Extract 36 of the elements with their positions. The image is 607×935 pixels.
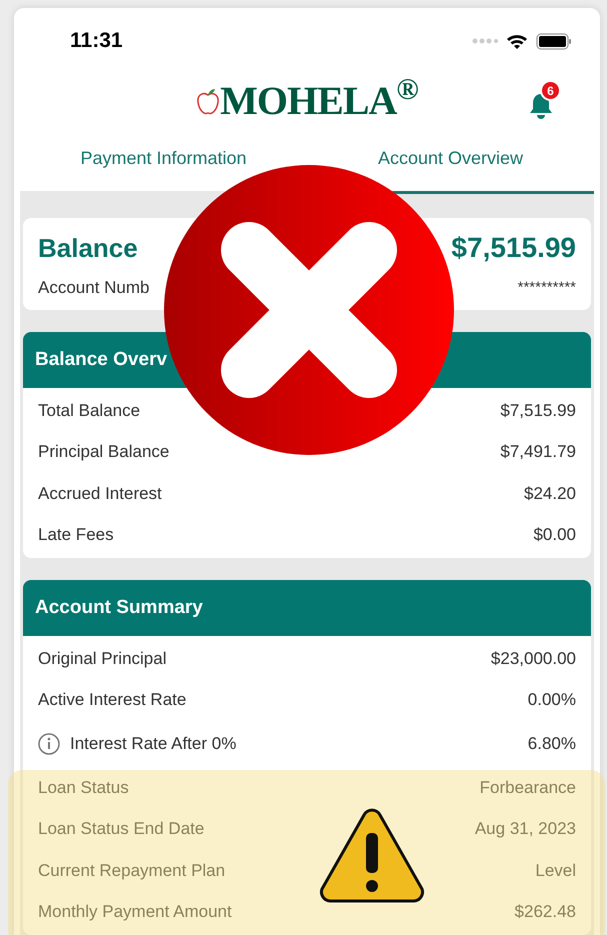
row-value: 6.80%	[528, 733, 576, 756]
row-value: $7,515.99	[500, 400, 576, 422]
row-label: Loan Status	[38, 776, 129, 799]
row-label: Current Repayment Plan	[38, 860, 226, 882]
warning-icon	[318, 807, 426, 903]
info-icon[interactable]	[38, 732, 60, 755]
balance-title: Balance	[38, 232, 138, 265]
row-label: Accrued Interest	[38, 482, 162, 505]
row-value: $24.20	[524, 482, 576, 505]
row-value: 0.00%	[528, 689, 576, 712]
row-label: Active Interest Rate	[38, 689, 186, 712]
battery-icon	[536, 32, 572, 50]
row-label: Late Fees	[38, 524, 114, 546]
row-label: Monthly Payment Amount	[38, 901, 232, 924]
row-label: Principal Balance	[38, 441, 170, 464]
row-value: Forbearance	[480, 776, 576, 799]
signal-icon	[472, 38, 498, 44]
logo-text: MOHELA$^{®}$	[220, 80, 418, 121]
wifi-icon	[506, 32, 528, 50]
row-value: $262.48	[514, 901, 576, 924]
row-value: $23,000.00	[490, 648, 576, 670]
row-value: $0.00	[533, 524, 576, 546]
balance-amount: $7,515.99	[451, 231, 576, 266]
row-value: Level	[535, 860, 576, 882]
section-header: Account Summary	[23, 580, 591, 636]
row-label: Loan Status End Date	[38, 818, 204, 840]
bell-button[interactable]: 6	[526, 80, 560, 120]
row-value: Aug 31, 2023	[474, 818, 576, 840]
account-number-value: **********	[518, 278, 576, 298]
notification-badge: 6	[540, 80, 561, 102]
row-value: $7,491.79	[500, 441, 576, 464]
row-label: Interest Rate After 0%	[70, 733, 236, 756]
account-number-label: Account Numb	[38, 277, 150, 300]
row-label: Total Balance	[38, 400, 140, 422]
row-label: Original Principal	[38, 648, 166, 670]
status-time: 11:31	[70, 28, 123, 54]
